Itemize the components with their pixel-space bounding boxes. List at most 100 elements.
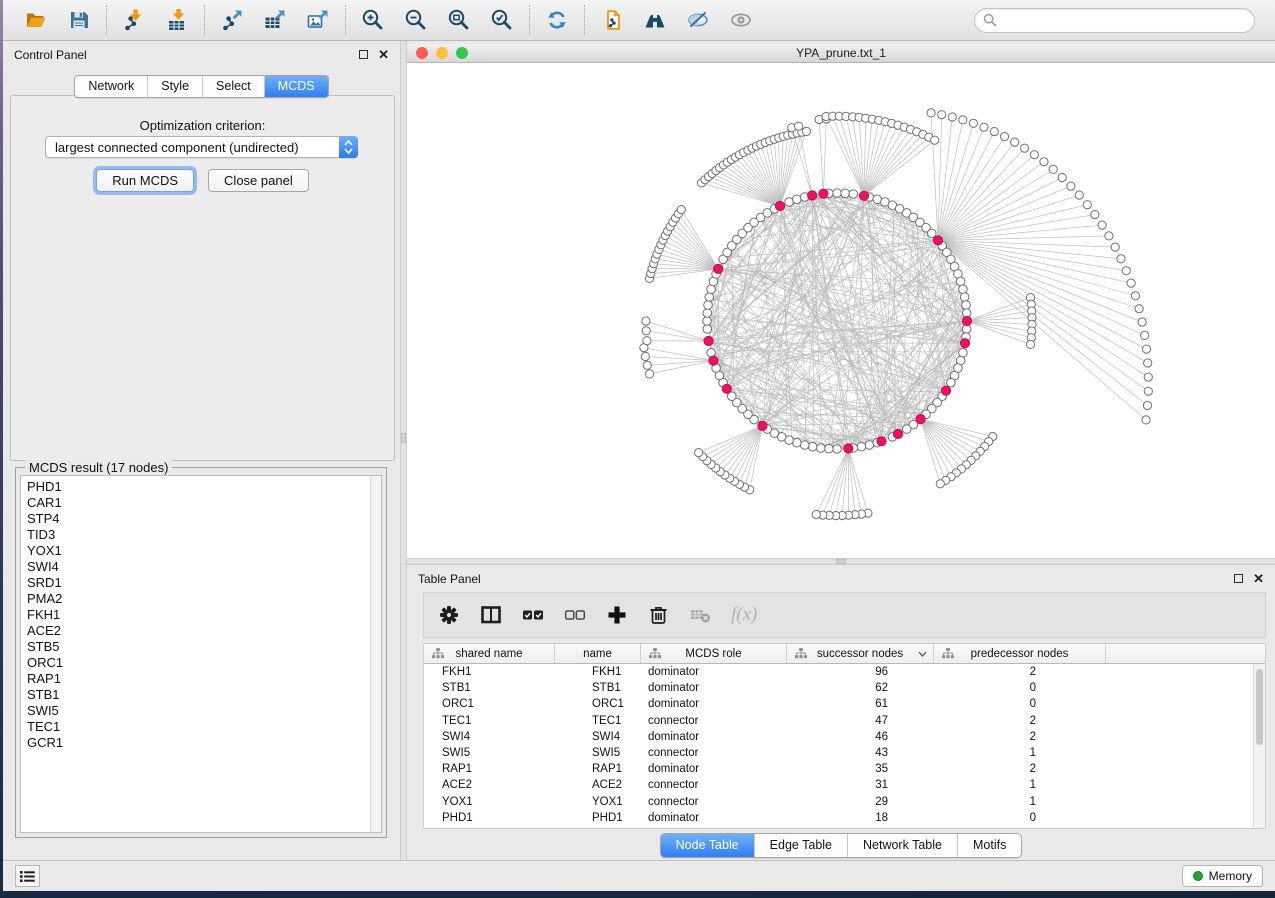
tab-network-table[interactable]: Network Table — [847, 834, 957, 857]
mcds-list-scrollbar[interactable] — [370, 476, 381, 832]
share-document-button[interactable] — [599, 7, 625, 33]
close-panel-button[interactable]: ✕ — [1253, 574, 1264, 584]
mcds-result-item[interactable]: FKH1 — [21, 607, 381, 623]
table-cell[interactable]: 1 — [934, 779, 1106, 791]
table-cell[interactable]: dominator — [641, 731, 787, 743]
memory-button[interactable]: Memory — [1182, 865, 1263, 887]
table-cell[interactable]: dominator — [641, 698, 787, 710]
dominator-node[interactable] — [859, 191, 868, 200]
column-header-name[interactable]: name — [555, 644, 641, 663]
table-row[interactable]: FKH1FKH1dominator962 — [424, 664, 1253, 680]
tab-network[interactable]: Network — [75, 76, 147, 97]
mcds-result-item[interactable]: GCR1 — [21, 735, 381, 751]
table-cell[interactable]: ORC1 — [424, 698, 555, 710]
mcds-result-item[interactable]: STB5 — [21, 639, 381, 655]
close-panel-button-mcds[interactable]: Close panel — [208, 169, 309, 192]
table-cell[interactable]: 62 — [787, 682, 934, 694]
table-cell[interactable]: dominator — [641, 812, 787, 824]
table-cell[interactable]: FKH1 — [424, 666, 555, 678]
mcds-result-item[interactable]: CAR1 — [21, 495, 381, 511]
table-cell[interactable]: 43 — [787, 747, 934, 759]
search-box[interactable] — [974, 8, 1255, 33]
task-history-button[interactable] — [15, 865, 40, 887]
dominator-node[interactable] — [877, 437, 886, 446]
tab-edge-table[interactable]: Edge Table — [754, 834, 847, 857]
table-cell[interactable]: FKH1 — [555, 666, 641, 678]
mcds-result-item[interactable]: TEC1 — [21, 719, 381, 735]
mcds-result-item[interactable]: RAP1 — [21, 671, 381, 687]
network-canvas[interactable] — [407, 63, 1275, 558]
table-cell[interactable]: dominator — [641, 763, 787, 775]
table-row[interactable]: SWI5SWI5connector431 — [424, 745, 1253, 761]
scrollbar-thumb[interactable] — [1256, 669, 1263, 745]
dominator-node[interactable] — [941, 386, 950, 395]
tab-style[interactable]: Style — [147, 76, 202, 97]
table-cell[interactable]: 2 — [934, 763, 1106, 775]
mcds-result-item[interactable]: SRD1 — [21, 575, 381, 591]
table-cell[interactable]: ACE2 — [555, 779, 641, 791]
splitter-handle[interactable] — [836, 559, 846, 564]
table-row[interactable]: SWI4SWI4dominator462 — [424, 729, 1253, 745]
table-cell[interactable]: STB1 — [424, 682, 555, 694]
column-header-MCDS-role[interactable]: MCDS role — [641, 644, 787, 663]
mcds-result-item[interactable]: SWI5 — [21, 703, 381, 719]
table-cell[interactable]: YOX1 — [424, 796, 555, 808]
table-cell[interactable]: RAP1 — [424, 763, 555, 775]
table-cell[interactable]: 61 — [787, 698, 934, 710]
mcds-result-item[interactable]: YOX1 — [21, 543, 381, 559]
table-cell[interactable]: 2 — [934, 666, 1106, 678]
table-row[interactable]: ACE2ACE2connector311 — [424, 777, 1253, 793]
table-cell[interactable]: TEC1 — [555, 715, 641, 727]
gear-button[interactable] — [435, 601, 463, 629]
table-cell[interactable]: 35 — [787, 763, 934, 775]
tab-motifs[interactable]: Motifs — [957, 834, 1021, 857]
close-window-button[interactable] — [416, 47, 428, 59]
search-input[interactable] — [1002, 13, 1246, 27]
import-table-button[interactable] — [164, 7, 190, 33]
export-table-button[interactable] — [262, 7, 288, 33]
zoom-selected-button[interactable] — [489, 7, 515, 33]
dominator-node[interactable] — [714, 264, 723, 273]
table-cell[interactable]: 46 — [787, 731, 934, 743]
dominator-node[interactable] — [758, 421, 767, 430]
dominator-node[interactable] — [933, 236, 942, 245]
zoom-in-button[interactable] — [360, 7, 386, 33]
binoculars-button[interactable] — [642, 7, 668, 33]
dominator-node[interactable] — [893, 429, 902, 438]
mcds-result-item[interactable]: ORC1 — [21, 655, 381, 671]
tab-mcds[interactable]: MCDS — [264, 76, 328, 97]
table-cell[interactable]: 2 — [934, 715, 1106, 727]
table-cell[interactable]: 29 — [787, 796, 934, 808]
horizontal-splitter[interactable] — [407, 558, 1275, 565]
mcds-result-item[interactable]: PMA2 — [21, 591, 381, 607]
table-cell[interactable]: ORC1 — [555, 698, 641, 710]
optimization-criterion-select[interactable]: largest connected component (undirected) — [45, 136, 358, 158]
dominator-node[interactable] — [709, 356, 718, 365]
table-cell[interactable]: connector — [641, 747, 787, 759]
close-panel-button[interactable]: ✕ — [378, 50, 389, 60]
table-cell[interactable]: 96 — [787, 666, 934, 678]
table-row[interactable]: STB1STB1dominator620 — [424, 680, 1253, 696]
table-cell[interactable]: connector — [641, 715, 787, 727]
delete-table-button[interactable] — [687, 601, 715, 629]
dominator-node[interactable] — [960, 339, 969, 348]
table-cell[interactable]: SWI4 — [555, 731, 641, 743]
mcds-result-item[interactable]: STP4 — [21, 511, 381, 527]
column-header-successor-nodes[interactable]: successor nodes — [787, 644, 934, 663]
mcds-result-item[interactable]: SWI4 — [21, 559, 381, 575]
table-cell[interactable]: RAP1 — [555, 763, 641, 775]
dominator-node[interactable] — [819, 189, 828, 198]
float-panel-button[interactable] — [359, 50, 368, 59]
deselect-all-checkboxes-button[interactable] — [561, 601, 589, 629]
zoom-out-button[interactable] — [403, 7, 429, 33]
table-cell[interactable]: 0 — [934, 812, 1106, 824]
table-cell[interactable]: PHD1 — [424, 812, 555, 824]
mcds-result-list[interactable]: PHD1CAR1STP4TID3YOX1SWI4SRD1PMA2FKH1ACE2… — [20, 475, 382, 833]
minimize-window-button[interactable] — [436, 47, 448, 59]
dominator-node[interactable] — [844, 444, 853, 453]
run-mcds-button[interactable]: Run MCDS — [96, 169, 194, 192]
table-cell[interactable]: 0 — [934, 698, 1106, 710]
table-cell[interactable]: 1 — [934, 796, 1106, 808]
export-network-button[interactable] — [219, 7, 245, 33]
dominator-node[interactable] — [704, 336, 713, 345]
